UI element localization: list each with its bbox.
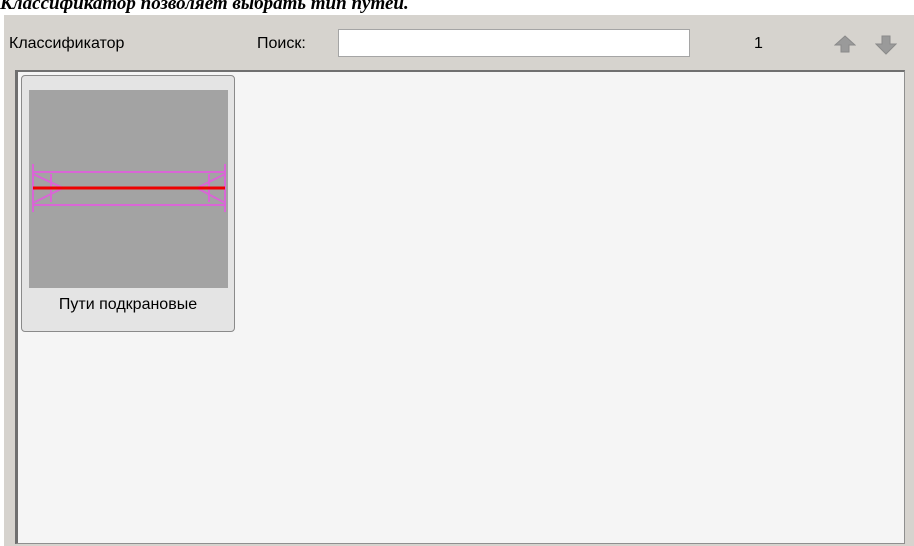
arrow-up-icon[interactable]: [833, 34, 857, 56]
items-list: Пути подкрановые: [15, 70, 905, 544]
classifier-label: Классификатор: [9, 35, 125, 52]
search-label: Поиск:: [257, 35, 306, 52]
page-number: 1: [754, 35, 763, 52]
list-item[interactable]: Пути подкрановые: [21, 75, 235, 332]
caption: Классификатор позволяет выбрать тип путе…: [0, 0, 409, 14]
toolbar: Классификатор Поиск: 1: [4, 15, 914, 67]
crane-rails-thumbnail: [29, 90, 228, 288]
classifier-panel: Классификатор Поиск: 1 Пути подкрановые: [4, 15, 914, 546]
arrow-down-icon[interactable]: [874, 34, 898, 56]
search-input[interactable]: [338, 29, 690, 57]
list-item-label: Пути подкрановые: [58, 296, 198, 313]
